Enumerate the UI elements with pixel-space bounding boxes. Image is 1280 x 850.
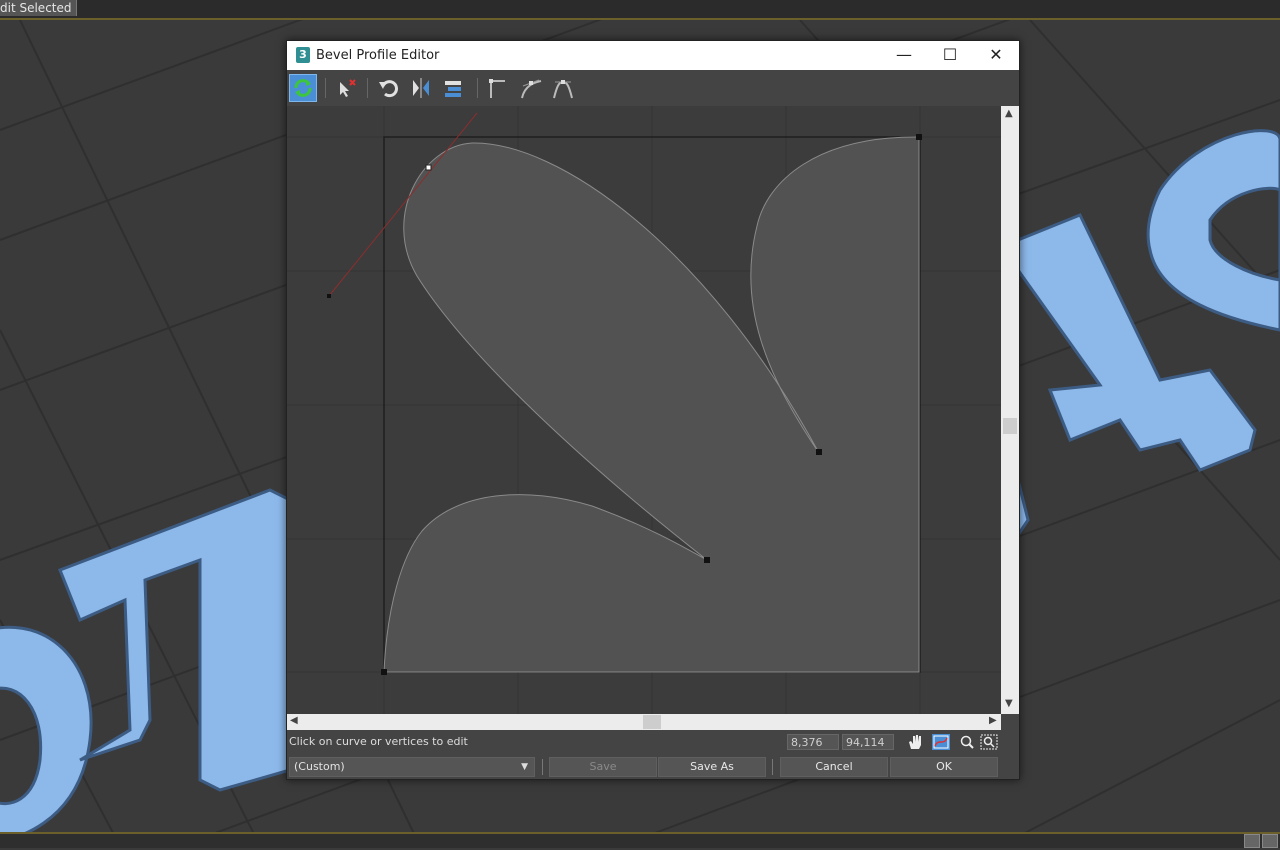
align-icon[interactable] (439, 74, 467, 102)
toolbar-separator (325, 78, 326, 98)
horizontal-scroll-thumb[interactable] (643, 715, 661, 729)
minimize-button[interactable]: — (881, 41, 927, 70)
bezier-smooth-icon[interactable] (517, 74, 545, 102)
bevel-profile-editor-window: 3 Bevel Profile Editor — ☐ ✕ ▲ ▼ ◀ ▶ Cli… (286, 40, 1020, 780)
delete-point-icon[interactable] (333, 74, 361, 102)
profile-graph[interactable] (287, 106, 1001, 714)
pan-hand-icon[interactable] (906, 734, 924, 750)
status-row: Click on curve or vertices to edit 8,376… (287, 731, 1019, 753)
close-button[interactable]: ✕ (973, 41, 1019, 70)
undo-icon[interactable] (375, 74, 403, 102)
coord-x-field: 8,376 (787, 734, 839, 750)
vertex-center[interactable] (704, 557, 710, 563)
button-separator (772, 759, 773, 775)
edit-selected-button[interactable]: dit Selected (0, 0, 77, 16)
selected-vertex[interactable] (425, 164, 432, 171)
button-separator (542, 759, 543, 775)
top-toolbar: dit Selected (0, 0, 1280, 20)
ok-button[interactable]: OK (890, 757, 998, 777)
zoom-extents-icon[interactable] (932, 734, 950, 750)
save-button[interactable]: Save (549, 757, 657, 777)
toolbar-separator (477, 78, 478, 98)
toolbar-separator (367, 78, 368, 98)
mirror-icon[interactable] (407, 74, 435, 102)
profile-graph-canvas[interactable] (287, 106, 1001, 714)
save-as-button[interactable]: Save As (658, 757, 766, 777)
button-row: (Custom) ▼ Save Save As Cancel OK (287, 753, 1019, 779)
bezier-corner-icon[interactable] (549, 74, 577, 102)
status-hint: Click on curve or vertices to edit (289, 735, 468, 748)
cancel-button[interactable]: Cancel (780, 757, 888, 777)
editor-toolbar (287, 70, 1019, 107)
zoom-icon[interactable] (958, 734, 976, 750)
zoom-region-icon[interactable] (980, 734, 998, 750)
scroll-up-icon[interactable]: ▲ (1005, 108, 1013, 119)
vertical-scrollbar[interactable]: ▲ ▼ (1001, 106, 1019, 714)
preset-value: (Custom) (294, 760, 345, 773)
app-logo-icon: 3 (296, 47, 310, 63)
scroll-down-icon[interactable]: ▼ (1005, 698, 1013, 709)
preset-dropdown[interactable]: (Custom) ▼ (289, 757, 535, 777)
horizontal-scrollbar[interactable]: ◀ ▶ (287, 714, 1001, 730)
chevron-down-icon: ▼ (521, 762, 528, 772)
vertical-scroll-thumb[interactable] (1003, 418, 1017, 434)
handle-point[interactable] (327, 294, 331, 298)
vertex-bottom-left[interactable] (381, 669, 387, 675)
scroll-left-icon[interactable]: ◀ (290, 715, 298, 726)
vertex-right-lobe[interactable] (816, 449, 822, 455)
maximize-button[interactable]: ☐ (927, 41, 973, 70)
refresh-icon[interactable] (289, 74, 317, 102)
vertex-top-right[interactable] (916, 134, 922, 140)
window-title: Bevel Profile Editor (316, 48, 440, 63)
corner-point-icon[interactable] (485, 74, 513, 102)
scroll-right-icon[interactable]: ▶ (989, 715, 997, 726)
title-bar[interactable]: 3 Bevel Profile Editor — ☐ ✕ (287, 41, 1019, 70)
coord-y-field: 94,114 (842, 734, 894, 750)
